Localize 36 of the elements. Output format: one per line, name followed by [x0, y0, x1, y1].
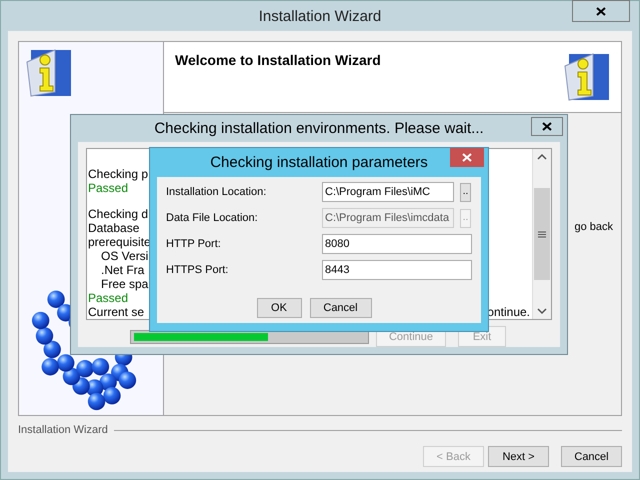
grip-icon — [538, 230, 546, 238]
close-icon — [542, 122, 552, 131]
text-field[interactable]: 8080 — [322, 234, 472, 254]
log-line: Database — [88, 221, 140, 235]
scrollbar[interactable] — [532, 149, 551, 319]
field-label: Data File Location: — [166, 212, 259, 224]
field-label: HTTPS Port: — [166, 264, 230, 276]
field-label: Installation Location: — [166, 186, 268, 198]
log-line: prerequisite — [88, 235, 151, 249]
log-line: Current se — [88, 305, 144, 319]
content-text: go back — [574, 221, 613, 235]
log-line: Checking p — [88, 167, 148, 181]
text-field[interactable]: C:\Program Files\iMC — [322, 182, 454, 202]
text-field[interactable]: 8443 — [322, 260, 472, 280]
browse-button[interactable]: .. — [460, 182, 471, 202]
window-title: Installation Wizard — [258, 8, 382, 24]
log-line: Checking d — [88, 207, 148, 221]
header-title: Welcome to Installation Wizard — [175, 52, 381, 70]
log-line: OS Versi — [101, 249, 148, 263]
log-line: Passed — [88, 291, 128, 305]
dialog-title: Checking installation environments. Please wait... — [154, 120, 484, 137]
dialog-button[interactable]: Cancel — [310, 298, 372, 318]
log-line: Passed — [88, 181, 128, 195]
close-button[interactable] — [531, 117, 563, 136]
close-button[interactable] — [572, 0, 630, 22]
log-line: Free spa — [101, 277, 148, 291]
close-icon — [462, 153, 472, 162]
close-icon — [596, 6, 606, 16]
wizard-button[interactable]: Next > — [488, 446, 549, 467]
log-line: .Net Fra — [101, 263, 144, 277]
group-label: Installation Wizard — [18, 424, 108, 436]
field-label: HTTP Port: — [166, 238, 222, 250]
dialog-button[interactable]: OK — [256, 298, 302, 318]
dialog-title: Checking installation parameters — [210, 154, 428, 171]
log-line: ontinue. — [487, 305, 530, 319]
wizard-button[interactable]: Cancel — [561, 446, 622, 467]
